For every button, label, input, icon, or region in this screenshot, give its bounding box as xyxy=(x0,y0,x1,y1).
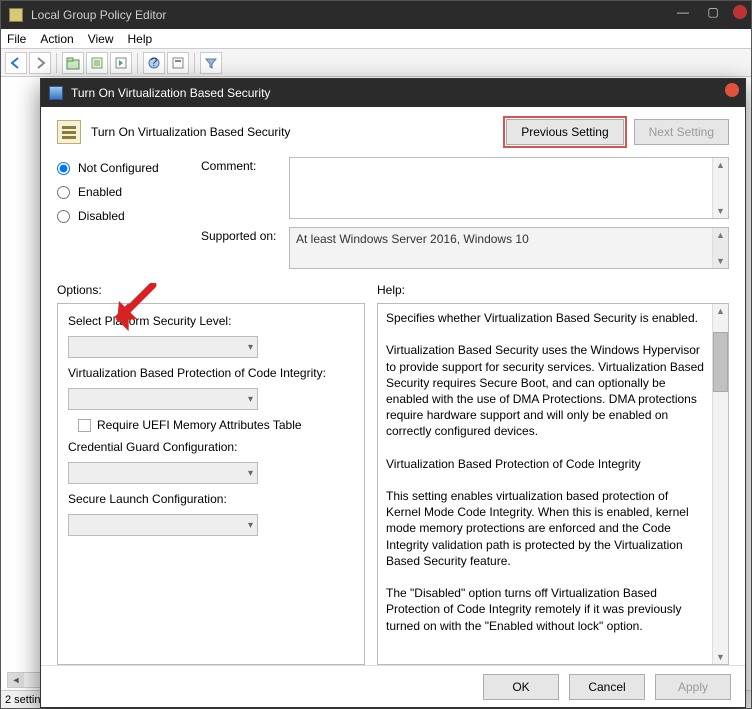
svg-text:?: ? xyxy=(151,56,158,69)
cancel-button[interactable]: Cancel xyxy=(569,674,645,700)
menubar: File Action View Help xyxy=(1,29,751,49)
back-button[interactable] xyxy=(5,52,27,74)
supported-box: At least Windows Server 2016, Windows 10… xyxy=(289,227,729,269)
options-pane: Select Platform Security Level: ▾ Virtua… xyxy=(57,303,365,665)
supported-label: Supported on: xyxy=(201,227,285,243)
policy-icon xyxy=(57,120,81,144)
opt-credguard-select[interactable]: ▾ xyxy=(68,462,258,484)
menu-action[interactable]: Action xyxy=(40,32,73,46)
chevron-down-icon: ▾ xyxy=(248,342,253,353)
radio-not-configured-input[interactable] xyxy=(57,162,70,175)
chevron-down-icon: ▾ xyxy=(248,520,253,531)
close-button[interactable] xyxy=(733,5,747,19)
menu-help[interactable]: Help xyxy=(128,32,153,46)
scroll-down-icon[interactable]: ▼ xyxy=(713,254,728,268)
help-text: Specifies whether Virtualization Based S… xyxy=(378,304,712,664)
opt-vbpci-select[interactable]: ▾ xyxy=(68,388,258,410)
radio-not-configured-label: Not Configured xyxy=(78,161,159,175)
options-heading: Options: xyxy=(57,283,377,297)
gpedit-titlebar[interactable]: Local Group Policy Editor — ▢ xyxy=(1,1,751,29)
ok-button[interactable]: OK xyxy=(483,674,559,700)
opt-securelaunch-select[interactable]: ▾ xyxy=(68,514,258,536)
comment-label: Comment: xyxy=(201,157,285,173)
menu-file[interactable]: File xyxy=(7,32,26,46)
filter-button[interactable] xyxy=(200,52,222,74)
radio-enabled-label: Enabled xyxy=(78,185,122,199)
comment-scrollbar[interactable]: ▲▼ xyxy=(712,158,728,218)
comment-textbox[interactable]: ▲▼ xyxy=(289,157,729,219)
scroll-up-icon[interactable]: ▲ xyxy=(713,158,728,172)
help-heading: Help: xyxy=(377,283,405,297)
forward-button[interactable] xyxy=(29,52,51,74)
radio-disabled-input[interactable] xyxy=(57,210,70,223)
gpedit-title: Local Group Policy Editor xyxy=(31,8,166,22)
minimize-button[interactable]: — xyxy=(673,5,693,19)
radio-enabled-input[interactable] xyxy=(57,186,70,199)
next-setting-button[interactable]: Next Setting xyxy=(634,119,729,145)
opt-credguard-label: Credential Guard Configuration: xyxy=(68,440,354,454)
supported-text: At least Windows Server 2016, Windows 10 xyxy=(296,232,710,246)
chevron-down-icon: ▾ xyxy=(248,394,253,405)
supported-scrollbar[interactable]: ▲▼ xyxy=(712,228,728,268)
props-button[interactable] xyxy=(167,52,189,74)
dialog-footer: OK Cancel Apply xyxy=(41,665,745,707)
radio-disabled[interactable]: Disabled xyxy=(57,209,197,223)
export-button[interactable] xyxy=(110,52,132,74)
scrollbar-thumb[interactable] xyxy=(713,332,728,392)
dialog-close-button[interactable] xyxy=(725,83,739,97)
scroll-up-icon[interactable]: ▲ xyxy=(713,304,728,318)
opt-uefi-checkbox[interactable]: Require UEFI Memory Attributes Table xyxy=(78,418,354,432)
dialog-titlebar[interactable]: Turn On Virtualization Based Security xyxy=(41,79,745,107)
gpedit-app-icon xyxy=(9,8,23,22)
dialog-title: Turn On Virtualization Based Security xyxy=(71,86,270,100)
scroll-down-icon[interactable]: ▼ xyxy=(713,650,728,664)
opt-platform-level-select[interactable]: ▾ xyxy=(68,336,258,358)
toolbar: ? xyxy=(1,49,751,77)
opt-uefi-label: Require UEFI Memory Attributes Table xyxy=(97,418,302,432)
dialog-icon xyxy=(49,86,63,100)
radio-disabled-label: Disabled xyxy=(78,209,125,223)
scroll-left-icon[interactable]: ◄ xyxy=(8,673,24,687)
menu-view[interactable]: View xyxy=(88,32,114,46)
radio-not-configured[interactable]: Not Configured xyxy=(57,161,197,175)
apply-button[interactable]: Apply xyxy=(655,674,731,700)
checkbox-icon[interactable] xyxy=(78,419,91,432)
chevron-down-icon: ▾ xyxy=(248,468,253,479)
policy-dialog: Turn On Virtualization Based Security Tu… xyxy=(40,78,746,708)
opt-vbpci-label: Virtualization Based Protection of Code … xyxy=(68,366,354,380)
opt-platform-level-label: Select Platform Security Level: xyxy=(68,314,354,328)
help-scrollbar[interactable]: ▲ ▼ xyxy=(712,304,728,664)
help-button[interactable]: ? xyxy=(143,52,165,74)
opt-securelaunch-label: Secure Launch Configuration: xyxy=(68,492,354,506)
dialog-content: Turn On Virtualization Based Security Pr… xyxy=(41,107,745,665)
policy-title: Turn On Virtualization Based Security xyxy=(91,125,290,139)
scroll-down-icon[interactable]: ▼ xyxy=(713,204,728,218)
scroll-up-icon[interactable]: ▲ xyxy=(713,228,728,242)
maximize-button[interactable]: ▢ xyxy=(703,5,723,19)
refresh-button[interactable] xyxy=(86,52,108,74)
radio-enabled[interactable]: Enabled xyxy=(57,185,197,199)
help-pane: Specifies whether Virtualization Based S… xyxy=(377,303,729,665)
up-button[interactable] xyxy=(62,52,84,74)
previous-setting-button[interactable]: Previous Setting xyxy=(506,119,623,145)
